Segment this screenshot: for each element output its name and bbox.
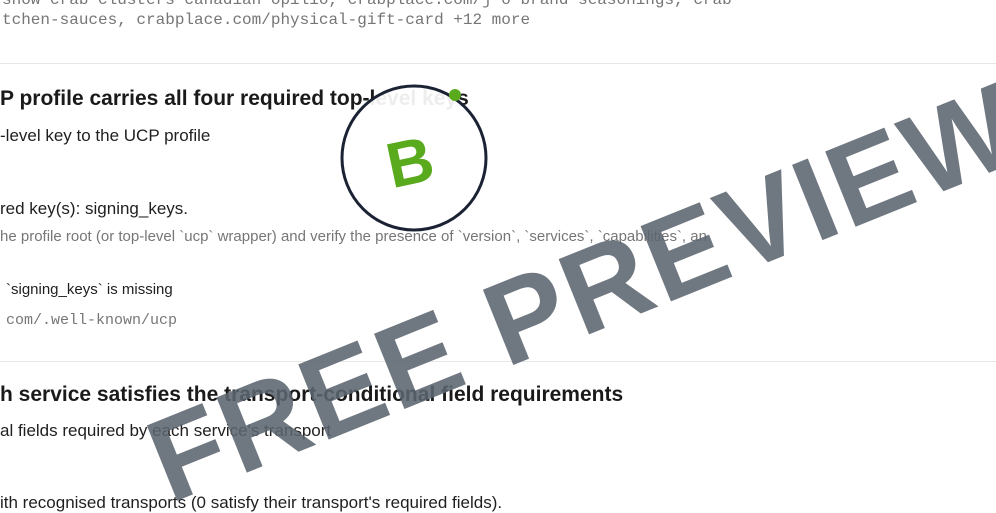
issue-item: `signing_keys` is missing [6, 281, 173, 298]
check-finding: red key(s): signing_keys. [0, 199, 189, 218]
check-description: -level key to the UCP profile [0, 126, 211, 145]
check-title: h service satisfies the transport-condit… [0, 383, 624, 406]
check-detail: he profile root (or top-level `ucp` wrap… [0, 228, 707, 245]
section-divider [0, 361, 996, 362]
badge-letter: B [380, 122, 440, 202]
check-title: P profile carries all four required top-… [0, 87, 469, 110]
section-divider [0, 63, 996, 64]
top-list-line-2: tchen-sauces, crabplace.com/physical-gif… [2, 11, 531, 29]
top-list-line-1: show crab clusters canadian opilio, crab… [2, 0, 732, 9]
check-finding: ith recognised transports (0 satisfy the… [0, 493, 503, 512]
check-description: al fields required by each service's tra… [0, 421, 332, 440]
issue-url: com/.well-known/ucp [6, 312, 178, 329]
